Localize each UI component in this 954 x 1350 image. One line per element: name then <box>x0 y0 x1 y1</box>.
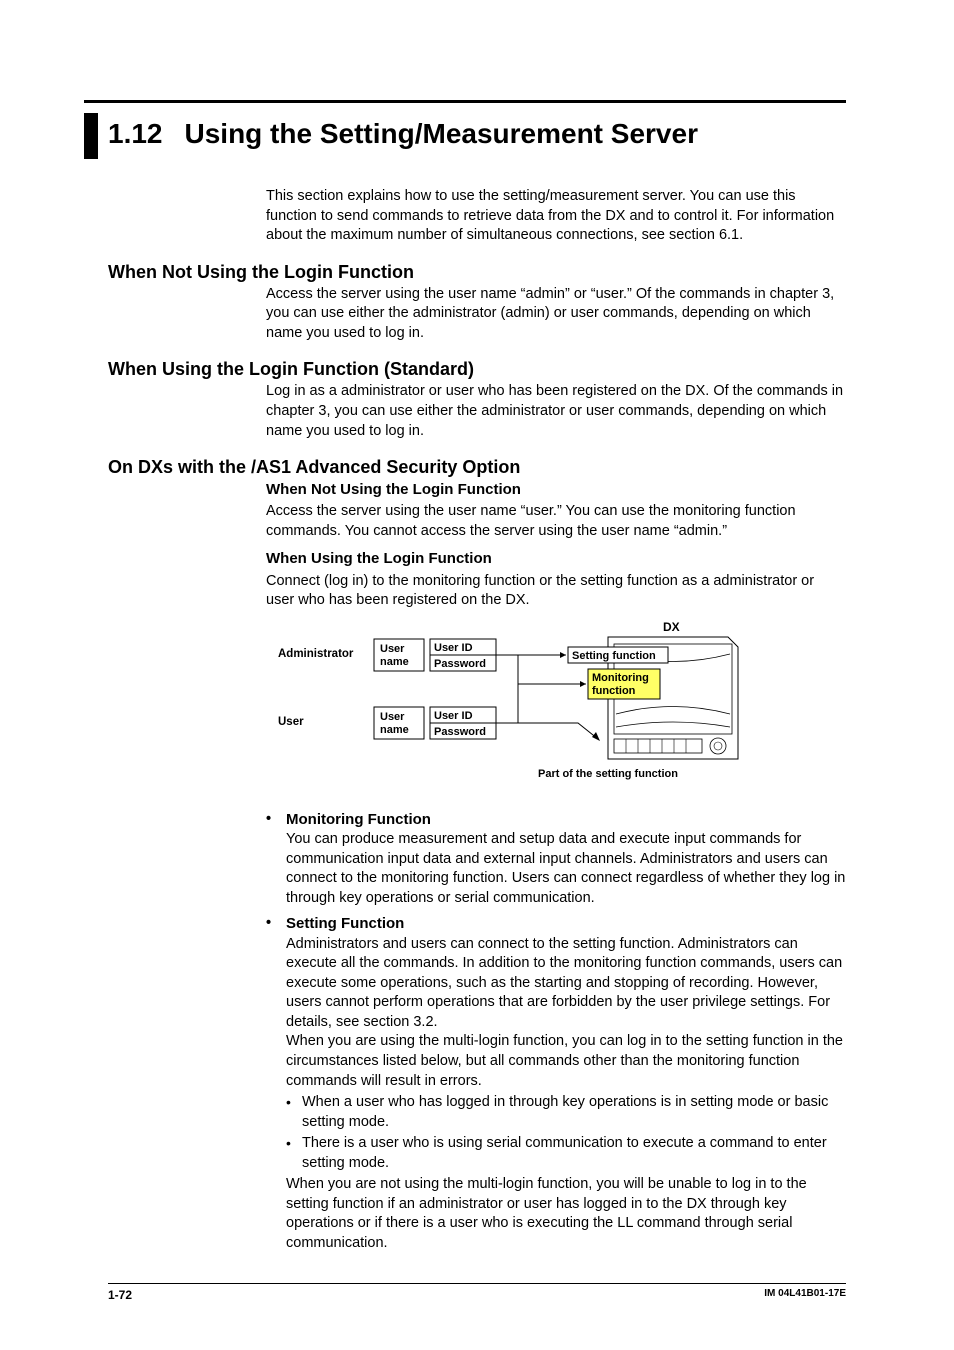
h2-using-login-standard: When Using the Login Function (Standard) <box>108 359 846 380</box>
user-name-2b: name <box>380 724 409 736</box>
p-not-using-login: Access the server using the user name “a… <box>266 285 846 344</box>
bullet-setting: • Setting Function <box>266 914 846 934</box>
bullet-monitoring: • Monitoring Function <box>266 810 846 830</box>
bullet-dot-icon: • <box>286 1093 302 1132</box>
user-row-label: User <box>278 716 304 728</box>
intro-paragraph: This section explains how to use the set… <box>266 187 846 246</box>
diagram-caption: Part of the setting function <box>538 768 678 780</box>
p-using-login-standard: Log in as a administrator or user who ha… <box>266 382 846 441</box>
bullet-dot-icon: • <box>266 914 286 934</box>
section-number: 1.12 <box>108 113 163 151</box>
page-footer: 1-72 IM 04L41B01-17E <box>108 1283 846 1302</box>
h3-using-login: When Using the Login Function <box>266 549 846 569</box>
user-id-1: User ID <box>434 642 473 654</box>
sub2-text: There is a user who is using serial comm… <box>302 1134 846 1173</box>
password-1: Password <box>434 658 486 670</box>
h2-not-using-login: When Not Using the Login Function <box>108 262 846 283</box>
section-heading: 1.12 Using the Setting/Measurement Serve… <box>84 113 846 159</box>
page-number: 1-72 <box>108 1288 132 1302</box>
h2-as1-security: On DXs with the /AS1 Advanced Security O… <box>108 457 846 478</box>
p-as1-using: Connect (log in) to the monitoring funct… <box>266 572 846 611</box>
monitoring-fn-1: Monitoring <box>592 672 649 684</box>
bullet-setting-body2: When you are using the multi-login funct… <box>286 1032 846 1091</box>
bullet-dot-icon: • <box>286 1134 302 1173</box>
bullet-monitoring-body: You can produce measurement and setup da… <box>286 830 846 908</box>
p-as1-not-using: Access the server using the user name “u… <box>266 502 846 541</box>
top-rule <box>84 100 846 103</box>
user-name-2a: User <box>380 711 405 723</box>
section-title: Using the Setting/Measurement Server <box>185 113 698 151</box>
bullet-setting-body1: Administrators and users can connect to … <box>286 935 846 1033</box>
bullet-dot-icon: • <box>266 810 286 830</box>
sub1-text: When a user who has logged in through ke… <box>302 1093 846 1132</box>
user-id-2: User ID <box>434 710 473 722</box>
document-id: IM 04L41B01-17E <box>764 1288 846 1302</box>
password-2: Password <box>434 726 486 738</box>
bullet-setting-body3: When you are not using the multi-login f… <box>286 1175 846 1253</box>
user-name-1a: User <box>380 643 405 655</box>
monitoring-fn-2: function <box>592 685 636 697</box>
sub-bullet-1: • When a user who has logged in through … <box>286 1093 846 1132</box>
bullet-setting-title: Setting Function <box>286 914 404 934</box>
dx-label: DX <box>663 620 680 634</box>
admin-label: Administrator <box>278 648 354 660</box>
h3-not-using-login: When Not Using the Login Function <box>266 480 846 500</box>
login-diagram: DX Administrator User name U <box>278 619 846 804</box>
heading-bar <box>84 113 98 159</box>
setting-fn: Setting function <box>572 650 656 662</box>
bullet-monitoring-title: Monitoring Function <box>286 810 431 830</box>
user-name-1b: name <box>380 656 409 668</box>
sub-bullet-2: • There is a user who is using serial co… <box>286 1134 846 1173</box>
